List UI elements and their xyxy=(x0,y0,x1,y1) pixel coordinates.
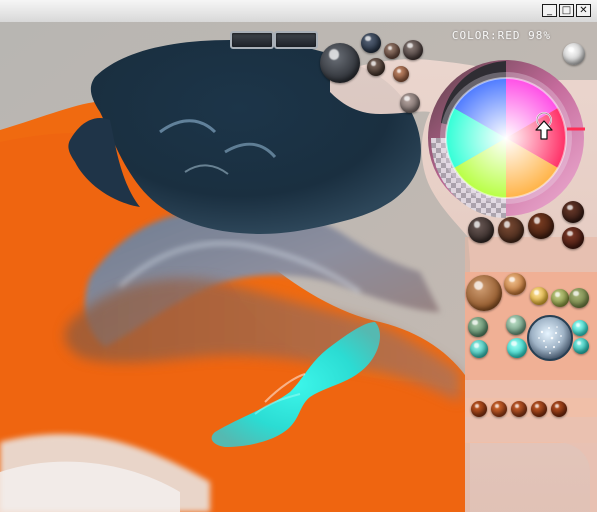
paint-drop[interactable] xyxy=(573,338,589,354)
paint-drop[interactable] xyxy=(384,43,400,59)
brush-slot-2[interactable] xyxy=(274,31,318,49)
paint-drop[interactable] xyxy=(562,227,584,249)
close-icon: ✕ xyxy=(579,4,588,16)
paint-drop[interactable] xyxy=(361,33,381,53)
paint-drop[interactable] xyxy=(528,213,554,239)
paint-drop[interactable] xyxy=(468,217,494,243)
paint-drop[interactable] xyxy=(511,401,527,417)
paint-app-window: _ □ ✕ COLOR:RED 98% xyxy=(0,0,597,512)
paint-drop[interactable] xyxy=(491,401,507,417)
paint-drop[interactable] xyxy=(572,320,588,336)
paint-drop[interactable] xyxy=(466,275,502,311)
title-bar: _ □ ✕ xyxy=(0,0,597,23)
glitter-swatch[interactable] xyxy=(526,314,574,362)
paint-drop[interactable] xyxy=(531,401,547,417)
paint-drop[interactable] xyxy=(471,401,487,417)
color-wheel[interactable] xyxy=(421,53,591,223)
paint-drop[interactable] xyxy=(569,288,589,308)
paint-drop[interactable] xyxy=(320,43,360,83)
paint-drop[interactable] xyxy=(393,66,409,82)
paint-drop[interactable] xyxy=(506,315,526,335)
paint-drop[interactable] xyxy=(498,217,524,243)
paint-drop[interactable] xyxy=(530,287,548,305)
color-readout: COLOR:RED 98% xyxy=(451,29,551,42)
paint-drop[interactable] xyxy=(551,289,569,307)
brush-slot-1[interactable] xyxy=(230,31,274,49)
paint-drop[interactable] xyxy=(367,58,385,76)
window-controls: _ □ ✕ xyxy=(542,4,591,17)
paint-drop[interactable] xyxy=(551,401,567,417)
minimize-icon: _ xyxy=(547,4,552,16)
paint-drop[interactable] xyxy=(504,273,526,295)
paint-drop[interactable] xyxy=(507,338,527,358)
paint-drop[interactable] xyxy=(470,340,488,358)
paint-drop[interactable] xyxy=(468,317,488,337)
close-button[interactable]: ✕ xyxy=(576,4,591,17)
maximize-button[interactable]: □ xyxy=(559,4,574,17)
paint-drop[interactable] xyxy=(400,93,420,113)
paint-drop[interactable] xyxy=(403,40,423,60)
maximize-icon: □ xyxy=(561,4,572,16)
minimize-button[interactable]: _ xyxy=(542,4,557,17)
paint-drop[interactable] xyxy=(562,201,584,223)
